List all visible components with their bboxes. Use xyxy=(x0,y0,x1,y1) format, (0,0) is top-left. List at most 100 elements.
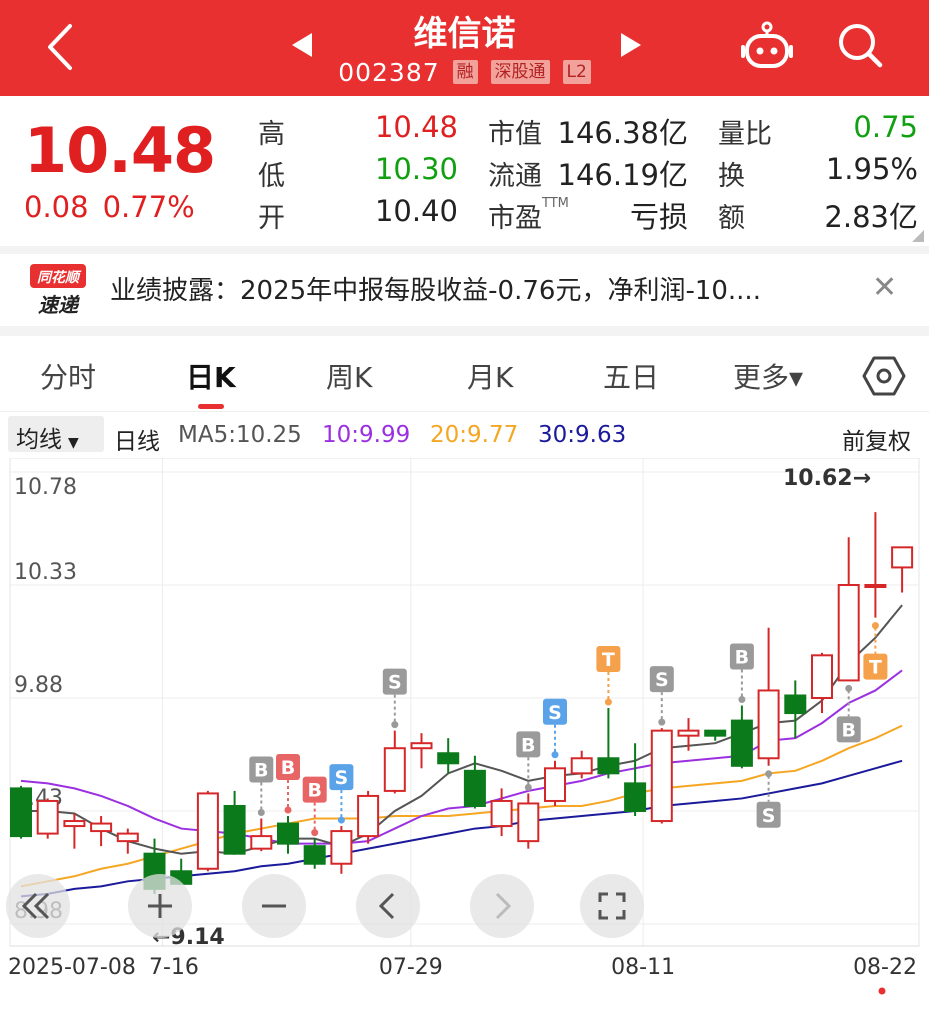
high-label: 高 xyxy=(258,119,285,150)
trade-signal-b: B xyxy=(276,754,300,814)
high-value: 10.48 xyxy=(374,110,458,144)
chart-period-tabs: 分时 日K 周K 月K 五日 更多▾ xyxy=(0,336,929,412)
turnover-value: 1.95% xyxy=(825,152,918,186)
candle xyxy=(517,793,540,849)
candle xyxy=(36,798,59,839)
signal-label: B xyxy=(281,757,295,779)
robot-assistant-icon[interactable] xyxy=(740,20,794,74)
candle-body xyxy=(303,845,326,865)
pe-label: 市盈TTM xyxy=(488,196,569,234)
news-ticker[interactable]: 同花顺 速递 业绩披露：2025年中报每股收益-0.76元，净利润-10....… xyxy=(0,254,929,326)
tab-weekly-k[interactable]: 周K xyxy=(326,356,372,396)
y-tick-label: 9.88 xyxy=(14,673,63,698)
close-icon[interactable]: ✕ xyxy=(872,270,897,305)
trade-signal-b: B xyxy=(302,776,327,837)
news-headline[interactable]: 业绩披露：2025年中报每股收益-0.76元，净利润-10.... xyxy=(110,270,860,307)
candle-body xyxy=(624,782,647,812)
trade-signal-s: S xyxy=(329,764,354,824)
candle xyxy=(544,760,566,806)
quote-panel: 10.48 0.08 0.77% 高 10.48 低 10.30 开 10.40 … xyxy=(0,96,929,246)
candle xyxy=(704,729,727,741)
mcap-value: 146.38亿 xyxy=(557,116,688,150)
candle-body xyxy=(357,794,380,838)
divider xyxy=(0,326,929,336)
zoom-out-button[interactable] xyxy=(242,874,306,938)
low-value: 10.30 xyxy=(374,152,458,186)
signal-label: B xyxy=(841,719,855,741)
trade-signal-b: B xyxy=(249,756,274,817)
x-tick-label: 7-16 xyxy=(149,955,199,980)
scroll-right-button[interactable] xyxy=(470,874,534,938)
level2-tag: L2 xyxy=(562,60,591,84)
candle xyxy=(624,743,647,817)
signal-label: S xyxy=(655,669,669,691)
candle-body xyxy=(490,799,513,828)
price-adjust-mode[interactable]: 前复权 xyxy=(842,422,911,456)
kline-chart[interactable]: 10.7810.339.889.438.982025-07-087-1607-2… xyxy=(0,458,929,1024)
candle-body xyxy=(90,822,113,833)
signal-dot xyxy=(551,751,559,759)
signal-label: T xyxy=(869,657,882,679)
chart-settings-icon[interactable] xyxy=(862,354,906,398)
tab-more[interactable]: 更多▾ xyxy=(733,356,803,396)
candle-body xyxy=(277,822,299,845)
candle xyxy=(250,818,273,852)
trade-signal-b: B xyxy=(836,684,861,743)
signal-dot xyxy=(658,718,666,726)
candle-body xyxy=(196,792,219,870)
low-label: 低 xyxy=(258,161,285,192)
ma10-value: 10:9.99 xyxy=(322,422,411,448)
open-label: 开 xyxy=(258,203,285,234)
search-icon[interactable] xyxy=(835,20,885,70)
candle-body xyxy=(704,729,727,737)
trade-signal-t: T xyxy=(596,646,621,706)
open-value: 10.40 xyxy=(374,194,458,228)
signal-dot xyxy=(524,783,532,791)
y-tick-label: 10.78 xyxy=(14,475,77,500)
amount-label: 额 xyxy=(718,203,745,234)
indicator-select[interactable]: 均线 ▼ xyxy=(8,416,104,453)
candle-body xyxy=(463,769,486,807)
candle xyxy=(784,680,807,739)
mcap-label: 市值 xyxy=(488,119,542,150)
stock-code: 002387 xyxy=(338,57,440,87)
fullscreen-button[interactable] xyxy=(580,874,644,938)
candle xyxy=(223,790,246,855)
kline-svg[interactable]: 10.7810.339.889.438.982025-07-087-1607-2… xyxy=(0,458,929,1024)
candle-body xyxy=(597,757,620,775)
candle xyxy=(357,790,380,844)
candle xyxy=(864,512,887,618)
candle-body xyxy=(223,804,246,855)
signal-dot xyxy=(337,816,345,824)
candle xyxy=(463,755,486,809)
volume-ratio-value: 0.75 xyxy=(853,110,918,144)
candle xyxy=(330,826,353,874)
tab-monthly-k[interactable]: 月K xyxy=(467,356,513,396)
candle-body xyxy=(116,832,139,843)
candle xyxy=(90,816,113,847)
signal-dot xyxy=(391,721,399,729)
amount-value: 2.83亿 xyxy=(824,200,918,234)
ma30-value: 30:9.63 xyxy=(538,422,627,448)
zoom-in-button[interactable] xyxy=(128,874,192,938)
trade-signal-b: B xyxy=(516,731,541,791)
tab-five-day[interactable]: 五日 xyxy=(603,356,659,396)
ma5-value: MA5:10.25 xyxy=(178,422,302,448)
candle xyxy=(837,537,860,682)
x-tick-label: 2025-07-08 xyxy=(8,955,136,980)
signal-label: S xyxy=(548,702,562,724)
tab-daily-k[interactable]: 日K xyxy=(186,356,236,396)
collapse-left-button[interactable] xyxy=(6,874,70,938)
expand-corner-icon[interactable] xyxy=(912,230,924,242)
scroll-left-button[interactable] xyxy=(356,874,420,938)
tab-intraday[interactable]: 分时 xyxy=(40,356,96,396)
candle xyxy=(597,708,620,779)
pe-value: 亏损 xyxy=(629,200,688,234)
signal-label: T xyxy=(602,649,615,671)
candle-body xyxy=(730,719,753,767)
candle-body xyxy=(544,767,566,802)
signal-label: B xyxy=(307,780,321,802)
ma-legend-bar: 均线 ▼ 日线 MA5:10.25 10:9.99 20:9.77 30:9.63… xyxy=(0,412,929,458)
trade-signal-b: B xyxy=(729,643,754,704)
price-change: 0.08 0.77% xyxy=(24,190,209,224)
